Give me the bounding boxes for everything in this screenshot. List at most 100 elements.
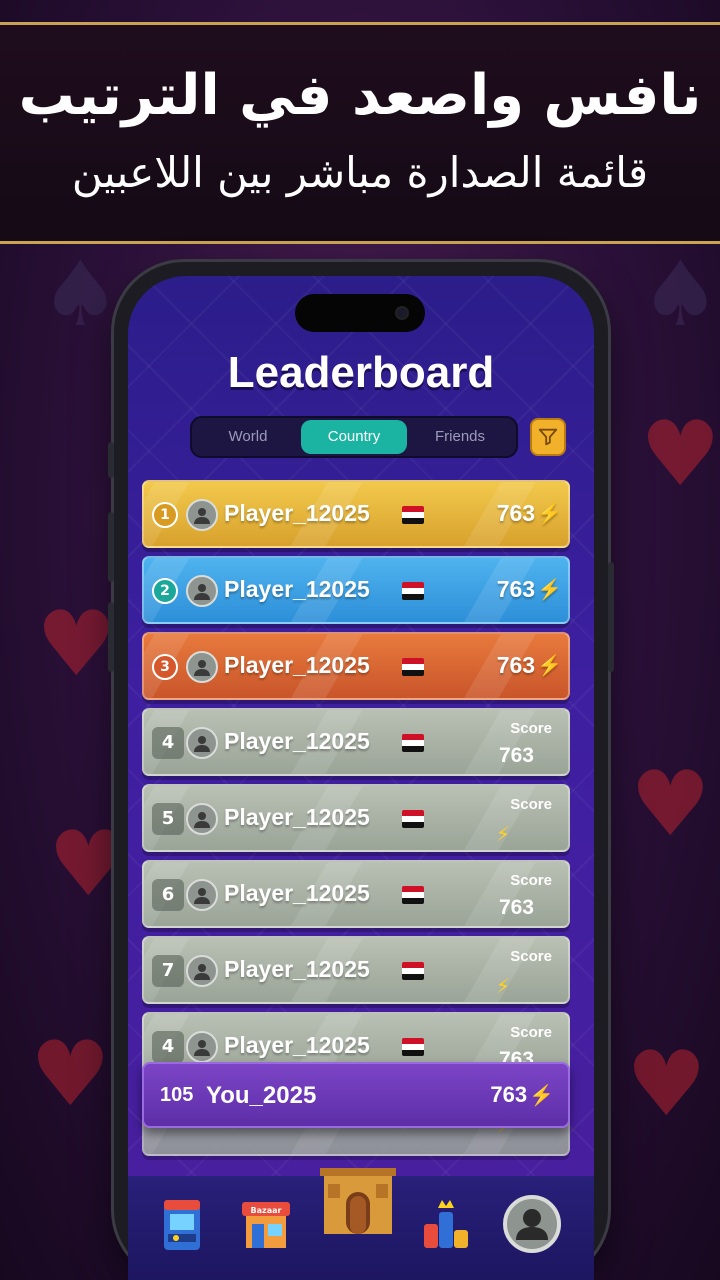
person-icon <box>194 964 210 980</box>
player-name: Player_12025 <box>224 500 370 526</box>
player-name: Player_12025 <box>224 728 370 754</box>
arcade-icon <box>164 1200 200 1250</box>
phone-side-button <box>608 562 614 672</box>
my-rank-row[interactable]: 105 You_2025 763 ⚡ <box>142 1062 570 1128</box>
table-row[interactable]: 7 Player_12025 Score ⚡ <box>142 936 570 1004</box>
nav-home[interactable] <box>318 1162 398 1242</box>
tab-country[interactable]: Country <box>301 420 407 454</box>
avatar <box>186 1031 218 1063</box>
bazaar-label: Bazaar <box>251 1206 282 1215</box>
bottom-nav: Bazaar <box>128 1168 594 1280</box>
score-value: 763 <box>498 744 534 767</box>
score-label: Score <box>510 948 552 965</box>
player-name: Player_12025 <box>224 956 370 982</box>
promo-banner: نافس واصعد في الترتيب قائمة الصدارة مباش… <box>0 22 720 244</box>
score-value: 763 <box>498 896 534 919</box>
rank-badge: 7 <box>152 955 184 987</box>
iraq-flag-icon <box>402 810 424 828</box>
score-label: Score <box>510 872 552 889</box>
avatar <box>186 879 218 911</box>
table-row[interactable]: 3 Player_12025 763 ⚡ <box>142 632 570 700</box>
table-row[interactable]: 4 Player_12025 Score 763 <box>142 708 570 776</box>
person-icon <box>194 736 210 752</box>
avatar <box>186 727 218 759</box>
player-name: Player_12025 <box>224 576 370 602</box>
rank-badge: 4 <box>152 727 184 759</box>
iraq-flag-icon <box>402 582 424 600</box>
table-row[interactable]: 2 Player_12025 763 ⚡ <box>142 556 570 624</box>
filter-button[interactable] <box>530 418 566 456</box>
iraq-flag-icon <box>402 658 424 676</box>
iraq-flag-icon <box>402 886 424 904</box>
my-name: You_2025 <box>206 1082 317 1109</box>
heart-decoration-icon: ♥ <box>626 1032 707 1137</box>
heart-decoration-icon: ♥ <box>640 402 720 507</box>
person-icon <box>194 812 210 828</box>
rank-badge: 5 <box>152 803 184 835</box>
table-row[interactable]: 1 Player_12025 763 ⚡ <box>142 480 570 548</box>
lightning-icon: ⚡ <box>529 1084 554 1107</box>
profile-icon <box>503 1195 561 1253</box>
iraq-flag-icon <box>402 506 424 524</box>
rank-badge: 3 <box>152 654 178 680</box>
score-value: 763 <box>496 576 536 602</box>
phone-side-button <box>108 602 114 672</box>
person-icon <box>194 584 210 600</box>
lightning-icon: ⚡ <box>537 655 562 677</box>
player-name: Player_12025 <box>224 804 370 830</box>
score-label: Score <box>510 1024 552 1041</box>
heart-decoration-icon: ♥ <box>30 1022 111 1127</box>
avatar <box>186 955 218 987</box>
phone-side-button <box>108 512 114 582</box>
heart-decoration-icon: ♥ <box>630 752 711 857</box>
lightning-icon: ⚡ <box>537 503 562 525</box>
my-rank: 105 <box>160 1084 194 1106</box>
lightning-icon: ⚡ <box>495 822 510 846</box>
dynamic-island <box>295 294 425 332</box>
score-label: Score <box>510 796 552 813</box>
lightning-icon: ⚡ <box>537 579 562 601</box>
camera-icon <box>395 306 409 320</box>
iraq-flag-icon <box>402 734 424 752</box>
avatar <box>186 803 218 835</box>
score-label: Score <box>510 720 552 737</box>
iraq-flag-icon <box>402 1038 424 1056</box>
person-icon <box>194 660 210 676</box>
rank-badge: 2 <box>152 578 178 604</box>
nav-leaderboard[interactable] <box>416 1194 476 1254</box>
filter-icon <box>538 428 558 446</box>
iraq-flag-icon <box>402 962 424 980</box>
avatar <box>186 499 218 531</box>
banner-title: نافس واصعد في الترتيب <box>18 63 702 128</box>
heart-decoration-icon: ♥ <box>36 592 117 697</box>
my-score-value: 763 <box>490 1082 528 1107</box>
banner-subtitle: قائمة الصدارة مباشر بين اللاعبين <box>71 148 649 197</box>
person-icon <box>194 1040 210 1056</box>
player-name: Player_12025 <box>224 880 370 906</box>
avatar <box>186 575 218 607</box>
person-icon <box>194 888 210 904</box>
app-screen: Leaderboard World Country Friends 1 Play… <box>128 276 594 1280</box>
table-row[interactable]: 6 Player_12025 Score 763 <box>142 860 570 928</box>
score: 763 ⚡ <box>497 500 562 527</box>
tab-friends[interactable]: Friends <box>407 420 513 454</box>
score-value: 763 <box>496 500 536 526</box>
table-row[interactable]: 5 Player_12025 Score ⚡ <box>142 784 570 852</box>
rank-badge: 4 <box>152 1031 184 1063</box>
phone-frame: Leaderboard World Country Friends 1 Play… <box>108 262 614 1280</box>
player-name: Player_12025 <box>224 1032 370 1058</box>
player-name: Player_12025 <box>224 652 370 678</box>
page-title: Leaderboard <box>227 348 495 397</box>
nav-bazaar[interactable]: Bazaar <box>236 1194 296 1254</box>
person-icon <box>194 508 210 524</box>
tab-world[interactable]: World <box>195 420 301 454</box>
rank-badge: 6 <box>152 879 184 911</box>
home-palace-icon <box>320 1168 396 1234</box>
score: 763 ⚡ <box>497 652 562 679</box>
score: 763 ⚡ <box>497 576 562 603</box>
avatar <box>186 651 218 683</box>
scope-tabs: World Country Friends <box>190 416 518 458</box>
lightning-icon: ⚡ <box>495 974 510 998</box>
nav-profile[interactable] <box>502 1194 562 1254</box>
nav-arcade[interactable] <box>152 1194 212 1254</box>
